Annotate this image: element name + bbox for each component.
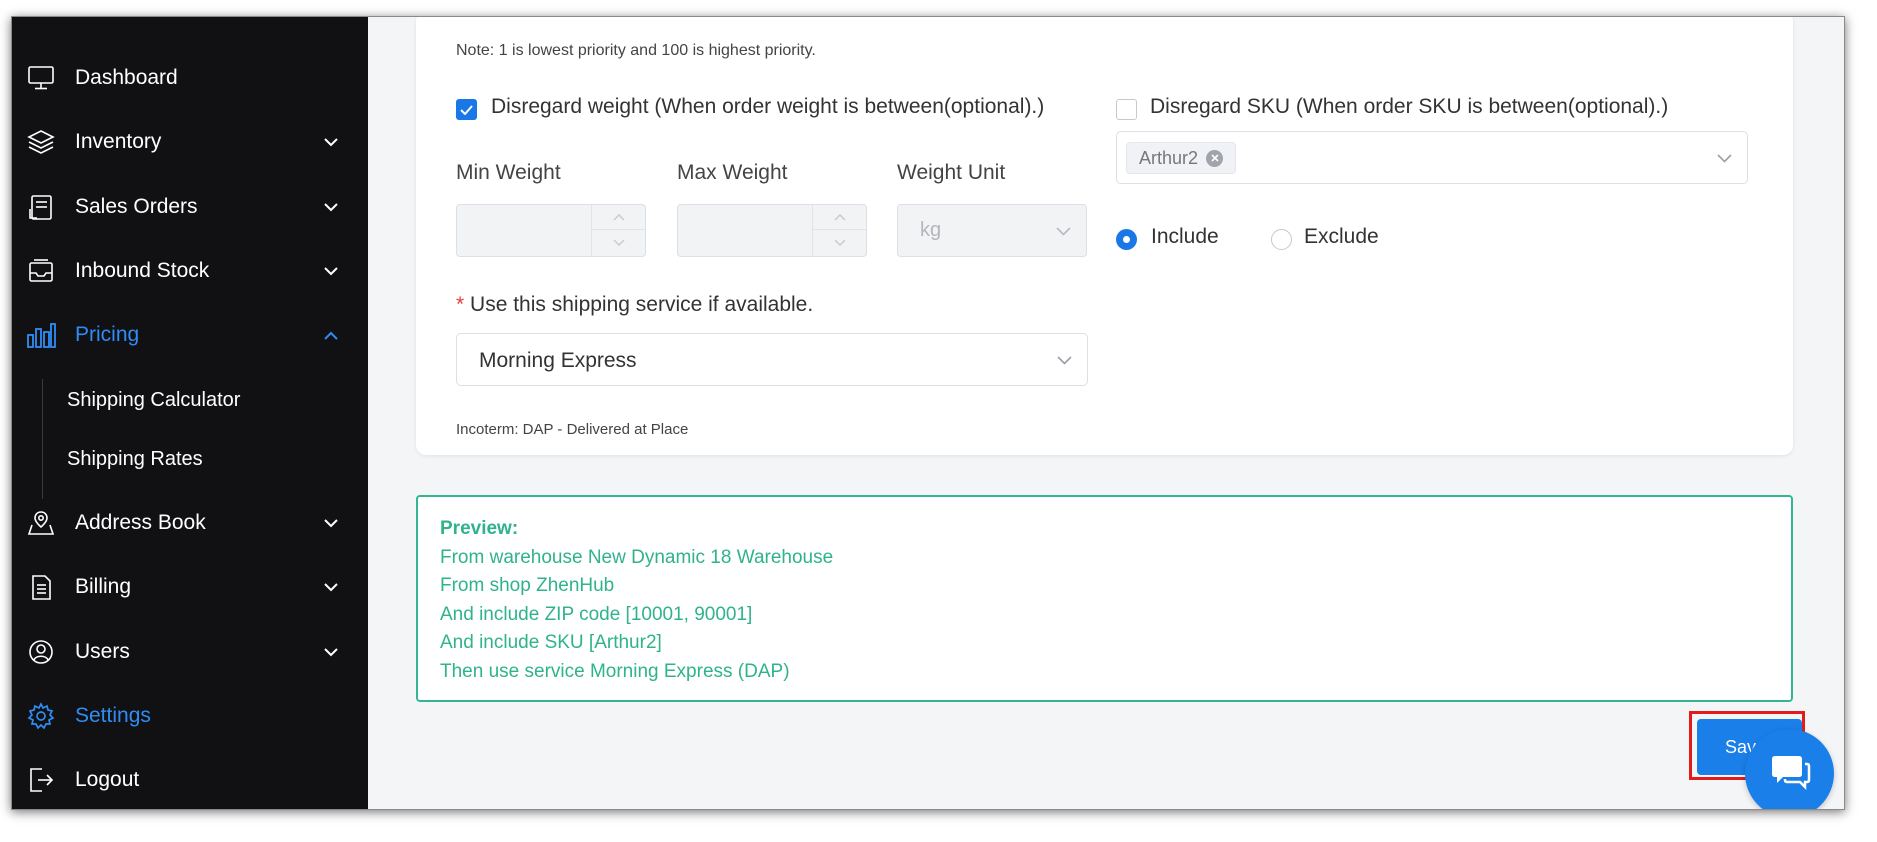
chevron-down-icon	[322, 514, 340, 532]
sidebar-item-users[interactable]: Users	[12, 628, 368, 676]
main-content: Note: 1 is lowest priority and 100 is hi…	[368, 17, 1844, 809]
document-icon	[26, 572, 56, 602]
include-radio[interactable]	[1116, 229, 1137, 250]
sidebar-item-inventory[interactable]: Inventory	[12, 118, 368, 166]
sidebar-item-label: Users	[75, 640, 130, 663]
preview-line: From shop ZhenHub	[440, 575, 615, 596]
sidebar-item-label: Address Book	[75, 511, 206, 534]
submenu-line	[42, 379, 43, 499]
incoterm-text: Incoterm: DAP - Delivered at Place	[456, 421, 689, 438]
sidebar-item-settings[interactable]: Settings	[12, 692, 368, 740]
min-weight-label: Min Weight	[456, 161, 561, 184]
sku-tag: Arthur2	[1126, 142, 1237, 174]
sidebar-item-logout[interactable]: Logout	[12, 756, 368, 804]
map-pin-icon	[26, 508, 56, 538]
preview-line: From warehouse New Dynamic 18 Warehouse	[440, 546, 834, 568]
chevron-down-icon	[1055, 351, 1073, 369]
close-icon[interactable]	[1206, 149, 1224, 167]
exclude-label[interactable]: Exclude	[1304, 225, 1379, 249]
shipping-service-select[interactable]: Morning Express	[456, 333, 1088, 386]
chevron-down-icon	[322, 198, 340, 216]
max-weight-label: Max Weight	[677, 161, 788, 184]
disregard-weight-checkbox[interactable]	[456, 99, 477, 120]
sidebar: Dashboard Inventory Sales Orders Inbound…	[12, 17, 368, 809]
chat-icon	[1769, 752, 1811, 795]
sidebar-item-label: Settings	[75, 704, 151, 727]
chevron-down-icon[interactable]	[813, 230, 866, 255]
sidebar-item-shipping-rates[interactable]: Shipping Rates	[67, 448, 203, 471]
sku-tag-label: Arthur2	[1139, 147, 1199, 168]
sidebar-item-pricing[interactable]: Pricing	[12, 311, 368, 359]
layers-icon	[26, 127, 56, 157]
sidebar-item-dashboard[interactable]: Dashboard	[12, 54, 368, 102]
bar-chart-icon	[26, 320, 56, 350]
weight-unit-select[interactable]: kg	[897, 204, 1087, 257]
required-mark: *	[456, 293, 465, 316]
min-weight-input[interactable]	[456, 204, 646, 257]
sidebar-item-billing[interactable]: Billing	[12, 563, 368, 611]
sidebar-item-label: Pricing	[75, 323, 140, 346]
service-label: Use this shipping service if available.	[470, 293, 814, 316]
sidebar-item-inbound-stock[interactable]: Inbound Stock	[12, 247, 368, 295]
preview-box: Preview: From warehouse New Dynamic 18 W…	[416, 495, 1793, 702]
preview-line: Then use service Morning Express (DAP)	[440, 660, 790, 682]
chevron-down-icon	[322, 262, 340, 280]
weight-unit-value: kg	[920, 219, 942, 241]
exclude-radio[interactable]	[1271, 229, 1292, 250]
shipping-service-value: Morning Express	[479, 349, 637, 372]
include-label[interactable]: Include	[1151, 225, 1219, 249]
sku-select[interactable]: Arthur2	[1116, 131, 1748, 184]
disregard-sku-checkbox[interactable]	[1116, 99, 1137, 120]
disregard-sku-label[interactable]: Disregard SKU (When order SKU is between…	[1150, 95, 1668, 119]
max-weight-input[interactable]	[677, 204, 867, 257]
sidebar-item-label: Logout	[75, 768, 140, 791]
sidebar-item-shipping-calculator[interactable]: Shipping Calculator	[67, 389, 240, 412]
sidebar-item-label: Dashboard	[75, 66, 178, 89]
preview-line: And include SKU [Arthur2]	[440, 632, 662, 653]
user-icon	[26, 637, 56, 667]
sidebar-item-label: Inbound Stock	[75, 259, 210, 282]
sidebar-item-label: Sales Orders	[75, 195, 198, 218]
app-window: Dashboard Inventory Sales Orders Inbound…	[11, 16, 1845, 810]
sidebar-item-sales-orders[interactable]: Sales Orders	[12, 183, 368, 231]
chevron-down-icon	[322, 643, 340, 661]
chat-button[interactable]	[1745, 729, 1834, 809]
inbox-icon	[26, 256, 56, 286]
disregard-weight-label[interactable]: Disregard weight (When order weight is b…	[491, 95, 1044, 119]
sidebar-item-label: Billing	[75, 575, 132, 598]
weight-unit-label: Weight Unit	[897, 161, 1006, 184]
chevron-down-icon[interactable]	[592, 230, 645, 255]
chevron-up-icon	[322, 326, 340, 344]
preview-title: Preview:	[440, 518, 519, 539]
sidebar-item-address-book[interactable]: Address Book	[12, 499, 368, 547]
chevron-up-icon[interactable]	[592, 205, 645, 230]
logout-icon	[26, 765, 56, 795]
service-label-row: * Use this shipping service if available…	[456, 293, 813, 317]
chevron-down-icon	[1715, 149, 1733, 167]
chevron-down-icon	[1054, 222, 1072, 240]
receipt-icon	[26, 192, 56, 222]
priority-note: Note: 1 is lowest priority and 100 is hi…	[456, 42, 816, 59]
gear-icon	[26, 701, 56, 731]
chevron-down-icon	[322, 133, 340, 151]
min-weight-stepper[interactable]	[591, 205, 645, 256]
chevron-up-icon[interactable]	[813, 205, 866, 230]
rule-form-card: Note: 1 is lowest priority and 100 is hi…	[416, 17, 1793, 455]
sidebar-item-label: Inventory	[75, 130, 162, 153]
max-weight-stepper[interactable]	[812, 205, 866, 256]
monitor-icon	[26, 63, 56, 93]
preview-line: And include ZIP code [10001, 90001]	[440, 603, 753, 625]
chevron-down-icon	[322, 578, 340, 596]
